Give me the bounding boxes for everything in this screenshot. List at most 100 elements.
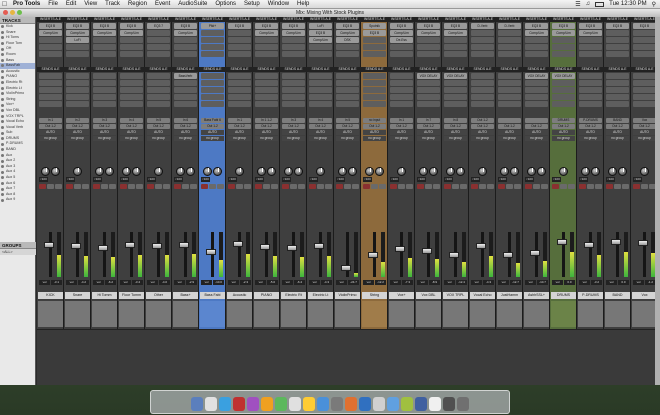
insert-slot[interactable]: EQ3 B [93,23,116,29]
input-selector[interactable]: Vox [633,118,656,123]
volume-fader[interactable] [233,240,243,247]
insert-slot[interactable] [417,51,440,57]
volume-value[interactable]: -2.3 [240,280,251,285]
insert-slot[interactable] [309,44,332,50]
send-slot[interactable] [39,80,62,86]
automation-mode[interactable]: AUTO [471,130,494,135]
input-selector[interactable]: DRUMS [552,118,575,123]
send-slot[interactable] [336,101,359,107]
insert-slot[interactable] [579,51,602,57]
output-selector[interactable]: Out 1-2 [525,124,548,129]
track-visibility-icon[interactable] [1,30,4,34]
group-selector[interactable]: no group [471,136,494,141]
group-item-all[interactable]: <ALL> [0,249,36,255]
send-slot[interactable] [633,87,656,93]
insert-slot[interactable]: LoFi [309,23,332,29]
automation-mode[interactable]: AUTO [525,130,548,135]
record-button[interactable] [552,184,559,189]
insert-slot[interactable] [417,37,440,43]
pan-knob-icon[interactable] [500,166,509,176]
insert-slot[interactable] [255,37,278,43]
solo-button[interactable] [479,184,486,189]
comment-box[interactable] [308,301,333,327]
record-button[interactable] [93,184,100,189]
insert-slot[interactable] [66,44,89,50]
send-slot[interactable] [255,94,278,100]
input-selector[interactable]: In 1 [390,118,413,123]
insert-slot[interactable] [282,51,305,57]
menu-item-track[interactable]: Track [101,1,124,7]
insert-slot[interactable] [363,51,386,57]
dock-app-icon[interactable] [275,397,287,411]
pan-knob-icon[interactable] [559,166,568,176]
input-selector[interactable]: In 3 [282,118,305,123]
automation-mode[interactable]: AUTO [633,130,656,135]
record-button[interactable] [633,184,640,189]
comment-box[interactable] [92,301,117,327]
send-slot[interactable] [498,94,521,100]
track-visibility-icon[interactable] [1,70,4,74]
comment-box[interactable] [119,301,144,327]
send-slot[interactable] [471,94,494,100]
send-slot[interactable] [444,80,467,86]
insert-slot[interactable]: EQ3 B [390,23,413,29]
solo-button[interactable] [209,184,216,189]
record-button[interactable] [309,184,316,189]
group-selector[interactable]: no group [39,136,62,141]
send-slot[interactable] [444,101,467,107]
pan-knob-right-icon[interactable] [456,166,465,176]
output-selector[interactable]: Out 1-2 [606,124,629,129]
record-button[interactable] [174,184,181,189]
group-selector[interactable]: no group [228,136,251,141]
insert-slot[interactable]: Sputnik [363,23,386,29]
send-slot[interactable] [120,101,143,107]
volume-fader[interactable] [368,251,378,258]
insert-slot[interactable]: Comp/Lim [93,30,116,36]
group-selector[interactable]: no group [174,136,197,141]
volume-fader[interactable] [584,241,594,248]
send-slot[interactable] [336,94,359,100]
volume-value[interactable]: -4.3 [483,280,494,285]
record-button[interactable] [66,184,73,189]
send-slot[interactable] [201,73,224,79]
send-slot[interactable]: VOX DELAY [552,73,575,79]
track-visibility-icon[interactable] [1,114,4,118]
insert-slot[interactable] [282,37,305,43]
input-selector[interactable] [498,118,521,123]
track-visibility-icon[interactable] [1,25,4,29]
pan-knob-right-icon[interactable] [186,166,195,176]
menu-item-window[interactable]: Window [264,1,293,7]
insert-slot[interactable]: EQ3 B [633,23,656,29]
insert-slot[interactable]: D-Verb [471,23,494,29]
insert-slot[interactable]: Comp/Lim [309,37,332,43]
input-selector[interactable]: In 6 [174,118,197,123]
volume-value[interactable]: -6.2 [105,280,116,285]
track-visibility-icon[interactable] [1,53,4,57]
track-visibility-icon[interactable] [1,187,4,191]
send-slot[interactable] [525,94,548,100]
insert-slot[interactable]: EQ3 B [255,23,278,29]
output-selector[interactable]: Out 1-2 [498,124,521,129]
comment-box[interactable] [389,301,414,327]
record-button[interactable] [228,184,235,189]
track-visibility-icon[interactable] [1,120,4,124]
input-selector[interactable]: In 8 [444,118,467,123]
volume-fader[interactable] [314,243,324,250]
pan-knob-right-icon[interactable] [348,166,357,176]
insert-slot[interactable] [633,30,656,36]
input-selector[interactable]: Out 1-2 [471,118,494,123]
send-slot[interactable] [66,87,89,93]
send-slot[interactable] [471,73,494,79]
automation-mode[interactable]: AUTO [147,130,170,135]
spotlight-icon[interactable]: ⚲ [652,1,656,8]
send-slot[interactable] [444,87,467,93]
send-slot[interactable] [255,73,278,79]
record-button[interactable] [498,184,505,189]
output-selector[interactable]: Out 1-2 [66,124,89,129]
input-selector[interactable]: P-DRUMS [579,118,602,123]
comment-box[interactable] [497,301,522,327]
solo-button[interactable] [587,184,594,189]
send-slot[interactable] [525,80,548,86]
insert-slot[interactable]: EQ3 B [282,23,305,29]
send-slot[interactable] [174,80,197,86]
